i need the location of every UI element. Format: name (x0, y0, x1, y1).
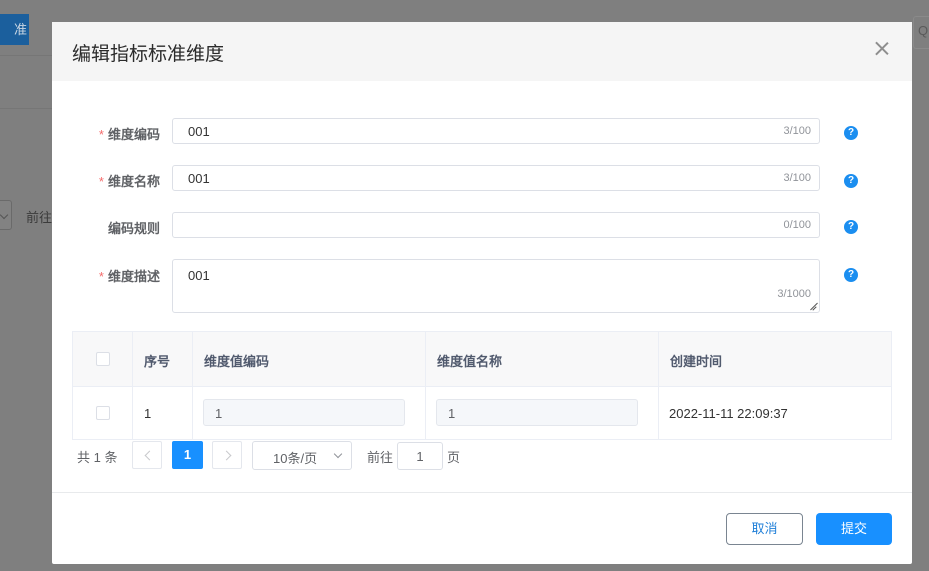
page-size-select[interactable]: 10条/页 (252, 441, 352, 470)
column-divider (425, 332, 426, 439)
chevron-left-icon (144, 450, 155, 461)
required-mark: * (98, 127, 104, 142)
column-divider (132, 332, 133, 439)
dimension-description-textarea[interactable]: 001 3/1000 (172, 259, 820, 313)
required-mark: * (98, 269, 104, 284)
input-value: 1 (215, 406, 223, 421)
dimension-values-table: 序号 维度值编码 维度值名称 创建时间 1 1 1 2022-11-11 22:… (72, 331, 892, 440)
page-suffix-label: 页 (447, 450, 461, 465)
background-primary-button: 准 (0, 14, 29, 45)
char-count: 3/100 (783, 172, 811, 184)
pagination-total: 共 1 条 (77, 450, 118, 465)
chevron-right-icon (221, 450, 232, 461)
footer-divider (52, 492, 912, 493)
background-divider (0, 108, 52, 109)
next-page-button[interactable] (212, 441, 242, 469)
help-icon[interactable]: ? (844, 268, 858, 282)
dimension-description-label: * 维度描述 (98, 269, 160, 284)
input-value: 1 (448, 406, 456, 421)
page-size-value: 10条/页 (273, 451, 318, 466)
header-index: 序号 (144, 354, 171, 369)
dimension-name-input[interactable]: 001 3/100 (172, 165, 820, 191)
input-value: 1 (416, 449, 424, 464)
close-icon[interactable] (872, 39, 892, 59)
code-rule-input[interactable]: 0/100 (172, 212, 820, 238)
resize-handle-icon[interactable] (809, 302, 817, 310)
row-checkbox[interactable] (96, 406, 110, 420)
value-code-input[interactable]: 1 (203, 399, 405, 426)
header-created-time: 创建时间 (670, 354, 723, 369)
help-icon[interactable]: ? (844, 220, 858, 234)
background-goto-label: 前往 (26, 210, 53, 225)
background-divider (0, 55, 52, 56)
row-created-time: 2022-11-11 22:09:37 (669, 406, 788, 421)
header-value-name: 维度值名称 (437, 354, 503, 369)
page-number-current[interactable]: 1 (172, 441, 203, 469)
char-count: 3/1000 (777, 288, 811, 300)
row-index: 1 (144, 406, 152, 421)
char-count: 3/100 (783, 125, 811, 137)
column-divider (192, 332, 193, 439)
submit-button[interactable]: 提交 (816, 513, 892, 545)
dimension-name-label: * 维度名称 (98, 174, 160, 189)
char-count: 0/100 (783, 219, 811, 231)
dialog-title: 编辑指标标准维度 (72, 44, 225, 65)
code-rule-label: 编码规则 (107, 221, 160, 236)
input-value: 001 (188, 268, 210, 283)
select-all-checkbox[interactable] (96, 352, 110, 366)
background-search-label: Q (918, 23, 929, 38)
value-name-input[interactable]: 1 (436, 399, 638, 426)
goto-page-input[interactable]: 1 (397, 442, 443, 470)
header-value-code: 维度值编码 (204, 354, 270, 369)
dialog-header: 编辑指标标准维度 (52, 22, 912, 81)
dimension-code-input[interactable]: 001 3/100 (172, 118, 820, 144)
chevron-down-icon (333, 449, 343, 459)
help-icon[interactable]: ? (844, 126, 858, 140)
prev-page-button[interactable] (132, 441, 162, 469)
dimension-code-label: * 维度编码 (98, 127, 160, 142)
input-value: 001 (188, 171, 210, 186)
cancel-button[interactable]: 取消 (726, 513, 803, 545)
column-divider (658, 332, 659, 439)
help-icon[interactable]: ? (844, 174, 858, 188)
input-value: 001 (188, 124, 210, 139)
required-mark: * (98, 174, 104, 189)
goto-label: 前往 (367, 450, 394, 465)
edit-dimension-dialog: 编辑指标标准维度 * 维度编码 001 3/100 ? * 维度名称 001 3/1… (52, 22, 912, 564)
